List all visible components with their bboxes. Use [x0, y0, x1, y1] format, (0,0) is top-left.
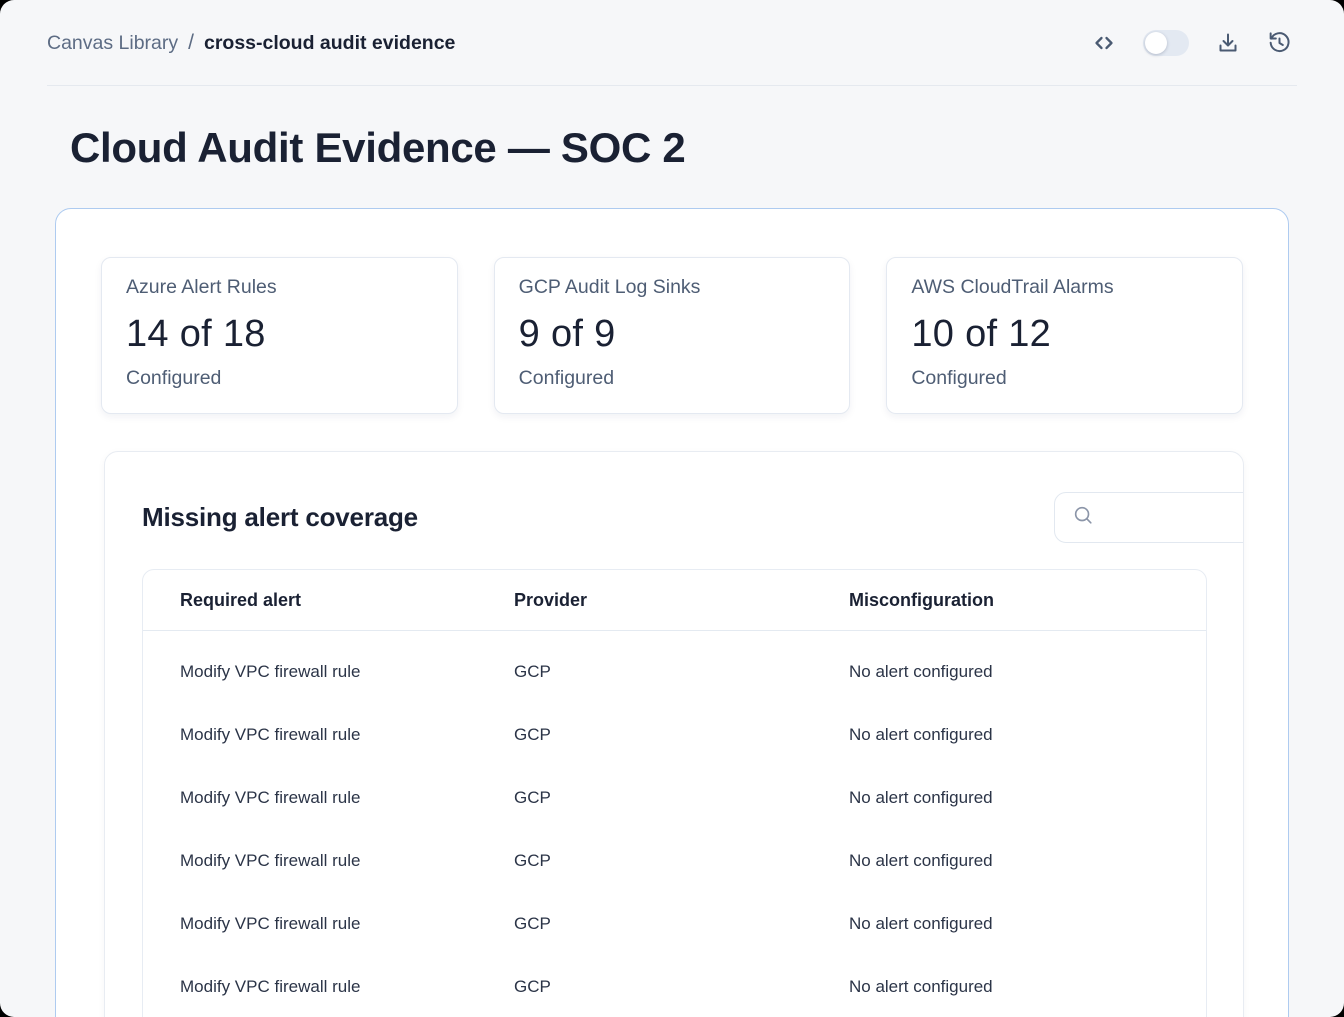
cell-misconfiguration: No alert configured [849, 914, 1206, 934]
topbar: Canvas Library / cross-cloud audit evide… [0, 0, 1344, 85]
cell-misconfiguration: No alert configured [849, 788, 1206, 808]
stat-sublabel: Configured [519, 368, 826, 389]
cell-required-alert: Modify VPC firewall rule [180, 725, 514, 745]
search-box[interactable] [1054, 492, 1244, 543]
breadcrumb-library-link[interactable]: Canvas Library [47, 32, 178, 55]
code-view-button[interactable] [1092, 31, 1116, 55]
canvas-container: Azure Alert Rules 14 of 18 Configured GC… [55, 208, 1289, 1017]
stat-sublabel: Configured [126, 368, 433, 389]
table-row: Modify VPC firewall rule GCP No alert co… [143, 703, 1206, 766]
table-row: Modify VPC firewall rule GCP No alert co… [143, 955, 1206, 1017]
column-header-provider: Provider [514, 590, 849, 611]
history-icon [1267, 30, 1292, 55]
table-row: Modify VPC firewall rule GCP No alert co… [143, 766, 1206, 829]
cell-misconfiguration: No alert configured [849, 725, 1206, 745]
search-input[interactable] [1104, 508, 1244, 528]
breadcrumb: Canvas Library / cross-cloud audit evide… [47, 31, 455, 55]
table-body: Modify VPC firewall rule GCP No alert co… [143, 631, 1206, 1017]
stat-card-aws: AWS CloudTrail Alarms 10 of 12 Configure… [886, 257, 1243, 414]
app-window: Canvas Library / cross-cloud audit evide… [0, 0, 1344, 1017]
header-divider [47, 85, 1297, 86]
table-row: Modify VPC firewall rule GCP No alert co… [143, 829, 1206, 892]
breadcrumb-current-page: cross-cloud audit evidence [204, 32, 455, 55]
cell-required-alert: Modify VPC firewall rule [180, 977, 514, 997]
view-toggle-switch[interactable] [1143, 30, 1189, 56]
stat-label: Azure Alert Rules [126, 277, 433, 298]
page-title: Cloud Audit Evidence — SOC 2 [70, 124, 1344, 171]
missing-alerts-table: Required alert Provider Misconfiguration… [142, 569, 1207, 1017]
cell-required-alert: Modify VPC firewall rule [180, 788, 514, 808]
stat-value: 14 of 18 [126, 313, 433, 355]
stat-card-azure: Azure Alert Rules 14 of 18 Configured [101, 257, 458, 414]
cell-provider: GCP [514, 977, 849, 997]
missing-alert-coverage-panel: Missing alert coverage Required alert Pr… [104, 451, 1244, 1017]
cell-required-alert: Modify VPC firewall rule [180, 662, 514, 682]
download-button[interactable] [1216, 31, 1240, 55]
column-header-required-alert: Required alert [180, 590, 514, 611]
stat-label: GCP Audit Log Sinks [519, 277, 826, 298]
cell-provider: GCP [514, 725, 849, 745]
stat-value: 10 of 12 [911, 313, 1218, 355]
stat-card-gcp: GCP Audit Log Sinks 9 of 9 Configured [494, 257, 851, 414]
stat-sublabel: Configured [911, 368, 1218, 389]
cell-provider: GCP [514, 788, 849, 808]
cell-required-alert: Modify VPC firewall rule [180, 914, 514, 934]
stat-label: AWS CloudTrail Alarms [911, 277, 1218, 298]
toggle-knob [1145, 32, 1167, 54]
breadcrumb-separator: / [188, 31, 194, 55]
cell-misconfiguration: No alert configured [849, 977, 1206, 997]
cell-required-alert: Modify VPC firewall rule [180, 851, 514, 871]
table-header-row: Required alert Provider Misconfiguration [143, 570, 1206, 631]
section-title: Missing alert coverage [142, 502, 418, 533]
topbar-actions [1092, 30, 1292, 56]
cell-misconfiguration: No alert configured [849, 662, 1206, 682]
code-icon [1092, 31, 1116, 55]
table-row: Modify VPC firewall rule GCP No alert co… [143, 892, 1206, 955]
search-icon [1072, 504, 1094, 531]
stat-value: 9 of 9 [519, 313, 826, 355]
column-header-misconfiguration: Misconfiguration [849, 590, 1206, 611]
cell-provider: GCP [514, 662, 849, 682]
table-row: Modify VPC firewall rule GCP No alert co… [143, 640, 1206, 703]
download-icon [1216, 31, 1240, 55]
stats-row: Azure Alert Rules 14 of 18 Configured GC… [101, 257, 1243, 414]
cell-provider: GCP [514, 851, 849, 871]
cell-provider: GCP [514, 914, 849, 934]
history-button[interactable] [1267, 30, 1292, 55]
cell-misconfiguration: No alert configured [849, 851, 1206, 871]
